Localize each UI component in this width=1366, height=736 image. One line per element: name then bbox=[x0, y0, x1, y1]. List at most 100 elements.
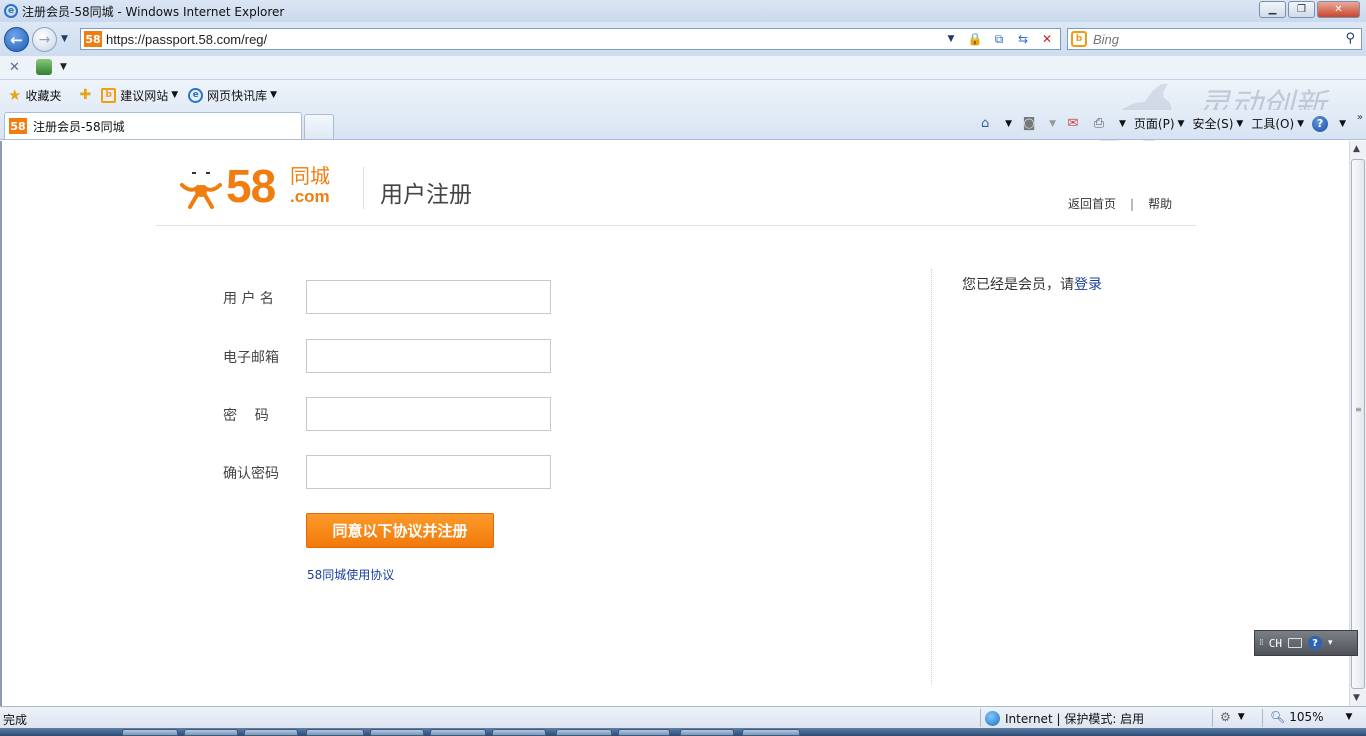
keyboard-icon[interactable] bbox=[1287, 638, 1302, 648]
addon-icon[interactable] bbox=[36, 59, 52, 75]
logo-name: 同城 bbox=[290, 164, 330, 188]
column-divider bbox=[931, 269, 932, 685]
help-icon[interactable]: ? bbox=[1312, 115, 1329, 132]
close-toolbar-icon[interactable]: ✕ bbox=[9, 60, 20, 75]
safety-menu-label: 安全(S) bbox=[1192, 117, 1234, 131]
close-window-button[interactable]: ✕ bbox=[1317, 1, 1360, 18]
zoom-control[interactable]: 🔍︎ 105% ▼ bbox=[1270, 710, 1352, 724]
grip-icon[interactable]: ⁞⁞ bbox=[1259, 638, 1264, 648]
back-button[interactable]: ← bbox=[4, 27, 29, 52]
page-menu[interactable]: 页面(P) ▼ bbox=[1134, 115, 1185, 132]
taskbar-button[interactable] bbox=[742, 729, 800, 736]
taskbar-button[interactable] bbox=[430, 729, 486, 736]
address-bar[interactable]: 58 https://passport.58.com/reg/ ▼ 🔒 ⧉ ⇆ … bbox=[80, 28, 1061, 50]
ie-logo-icon: e bbox=[4, 4, 18, 18]
security-zone[interactable]: Internet | 保护模式: 启用 bbox=[985, 710, 1144, 727]
back-to-home-link[interactable]: 返回首页 bbox=[1068, 195, 1116, 212]
user-agreement-link[interactable]: 58同城使用协议 bbox=[307, 566, 394, 583]
register-button[interactable]: 同意以下协议并注册 bbox=[306, 513, 494, 548]
home-icon[interactable]: ⌂ bbox=[976, 116, 994, 132]
help-link[interactable]: 帮助 bbox=[1148, 195, 1172, 212]
logo-number: 58 bbox=[226, 160, 276, 212]
taskbar-button[interactable] bbox=[306, 729, 364, 736]
taskbar-button[interactable] bbox=[492, 729, 546, 736]
zoom-level: 105% bbox=[1289, 710, 1324, 724]
add-to-favorites-icon[interactable]: ✚ bbox=[79, 87, 91, 103]
username-input[interactable] bbox=[306, 280, 551, 314]
email-input[interactable] bbox=[306, 339, 551, 373]
lock-icon[interactable]: 🔒 bbox=[966, 30, 984, 48]
scrollbar-thumb[interactable]: ≡ bbox=[1351, 159, 1365, 689]
site-logo[interactable]: 58 同城 .com bbox=[180, 163, 350, 211]
home-dropdown-icon[interactable]: ▼ bbox=[1005, 119, 1012, 129]
existing-member-text: 您已经是会员，请 bbox=[962, 277, 1074, 293]
chevron-down-icon: ▼ bbox=[270, 90, 278, 100]
maximize-button[interactable]: ❐ bbox=[1288, 1, 1315, 18]
taskbar-button[interactable] bbox=[244, 729, 298, 736]
username-row: 用 户 名 bbox=[223, 280, 553, 314]
forward-button[interactable]: → bbox=[32, 27, 57, 52]
taskbar-button[interactable] bbox=[122, 729, 178, 736]
compatibility-view-icon[interactable]: ⧉ bbox=[990, 30, 1008, 48]
print-icon[interactable]: ⎙ bbox=[1090, 116, 1108, 132]
link-separator: | bbox=[1130, 196, 1135, 211]
addon-dropdown-icon[interactable]: ▼ bbox=[60, 62, 67, 72]
tab-active[interactable]: 58 注册会员-58同城 bbox=[4, 112, 302, 139]
address-dropdown-icon[interactable]: ▼ bbox=[942, 30, 960, 48]
recent-pages-dropdown-icon[interactable]: ▼ bbox=[61, 34, 68, 44]
globe-icon bbox=[985, 711, 1000, 726]
settings-status[interactable]: ⚙ ▼ bbox=[1220, 710, 1245, 724]
favorites-button[interactable]: 收藏夹 bbox=[25, 87, 61, 104]
taskbar-button[interactable] bbox=[370, 729, 424, 736]
ie-icon: e bbox=[188, 87, 204, 103]
tab-title: 注册会员-58同城 bbox=[33, 119, 125, 134]
help-dropdown-icon[interactable]: ▼ bbox=[1339, 119, 1346, 129]
feeds-dropdown-icon[interactable]: ▼ bbox=[1049, 119, 1056, 129]
zoom-icon: 🔍︎ bbox=[1270, 710, 1286, 724]
search-box[interactable]: b Bing ⚲ bbox=[1067, 28, 1362, 50]
feeds-icon[interactable]: ◙ bbox=[1020, 116, 1038, 132]
help-icon[interactable]: ? bbox=[1307, 636, 1322, 650]
tools-menu[interactable]: 工具(O) ▼ bbox=[1251, 115, 1304, 132]
tab-bar: 58 注册会员-58同城 ⌂ ▼ ◙ ▼ ✉ ⎙ ▼ 页面(P) ▼ 安全(S) ▼… bbox=[0, 110, 1366, 140]
vertical-scrollbar[interactable]: ▲ ≡ ▼ bbox=[1349, 141, 1366, 706]
status-divider bbox=[1262, 709, 1263, 727]
gear-icon: ⚙ bbox=[1220, 710, 1231, 724]
stop-icon[interactable]: ✕ bbox=[1038, 30, 1056, 48]
status-divider bbox=[980, 709, 981, 727]
url-text[interactable]: https://passport.58.com/reg/ bbox=[106, 32, 267, 47]
input-language[interactable]: CH bbox=[1269, 637, 1282, 650]
grip-icon: ≡ bbox=[1355, 405, 1362, 414]
minimize-button[interactable]: ▁ bbox=[1259, 1, 1286, 18]
addon-bar: ✕ ▼ bbox=[0, 56, 1366, 80]
taskbar-button[interactable] bbox=[184, 729, 238, 736]
print-dropdown-icon[interactable]: ▼ bbox=[1119, 119, 1126, 129]
more-tools-chevron-icon[interactable]: » bbox=[1357, 112, 1363, 123]
favorites-star-icon[interactable]: ★ bbox=[8, 86, 21, 104]
taskbar-button[interactable] bbox=[680, 729, 734, 736]
mascot-logo-icon bbox=[180, 172, 222, 209]
password-input[interactable] bbox=[306, 397, 551, 431]
confirm-password-input[interactable] bbox=[306, 455, 551, 489]
web-slice-gallery-link[interactable]: e 网页快讯库 ▼ bbox=[188, 87, 277, 104]
suggested-sites-link[interactable]: b 建议网站 ▼ bbox=[101, 87, 178, 104]
window-titlebar: e 注册会员-58同城 - Windows Internet Explorer … bbox=[0, 0, 1366, 22]
scroll-up-icon[interactable]: ▲ bbox=[1353, 144, 1360, 154]
taskbar-button[interactable] bbox=[618, 729, 670, 736]
safety-menu[interactable]: 安全(S) ▼ bbox=[1192, 115, 1243, 132]
logo-divider bbox=[363, 167, 364, 209]
search-placeholder[interactable]: Bing bbox=[1093, 32, 1119, 47]
scroll-down-icon[interactable]: ▼ bbox=[1353, 693, 1360, 703]
options-icon[interactable]: ▾ bbox=[1328, 638, 1333, 648]
security-zone-text: Internet | 保护模式: 启用 bbox=[1005, 712, 1145, 726]
search-icon[interactable]: ⚲ bbox=[1345, 31, 1355, 46]
taskbar-button[interactable] bbox=[556, 729, 612, 736]
existing-member-prompt: 您已经是会员，请登录 bbox=[962, 274, 1102, 294]
username-label: 用 户 名 bbox=[223, 291, 274, 307]
new-tab-button[interactable] bbox=[304, 114, 334, 139]
refresh-icon[interactable]: ⇆ bbox=[1014, 30, 1032, 48]
navigation-bar: ← → ▼ 58 https://passport.58.com/reg/ ▼ … bbox=[0, 22, 1366, 56]
mail-icon[interactable]: ✉ bbox=[1064, 116, 1082, 132]
login-link[interactable]: 登录 bbox=[1074, 277, 1102, 293]
window-controls: ▁ ❐ ✕ bbox=[1259, 1, 1360, 18]
